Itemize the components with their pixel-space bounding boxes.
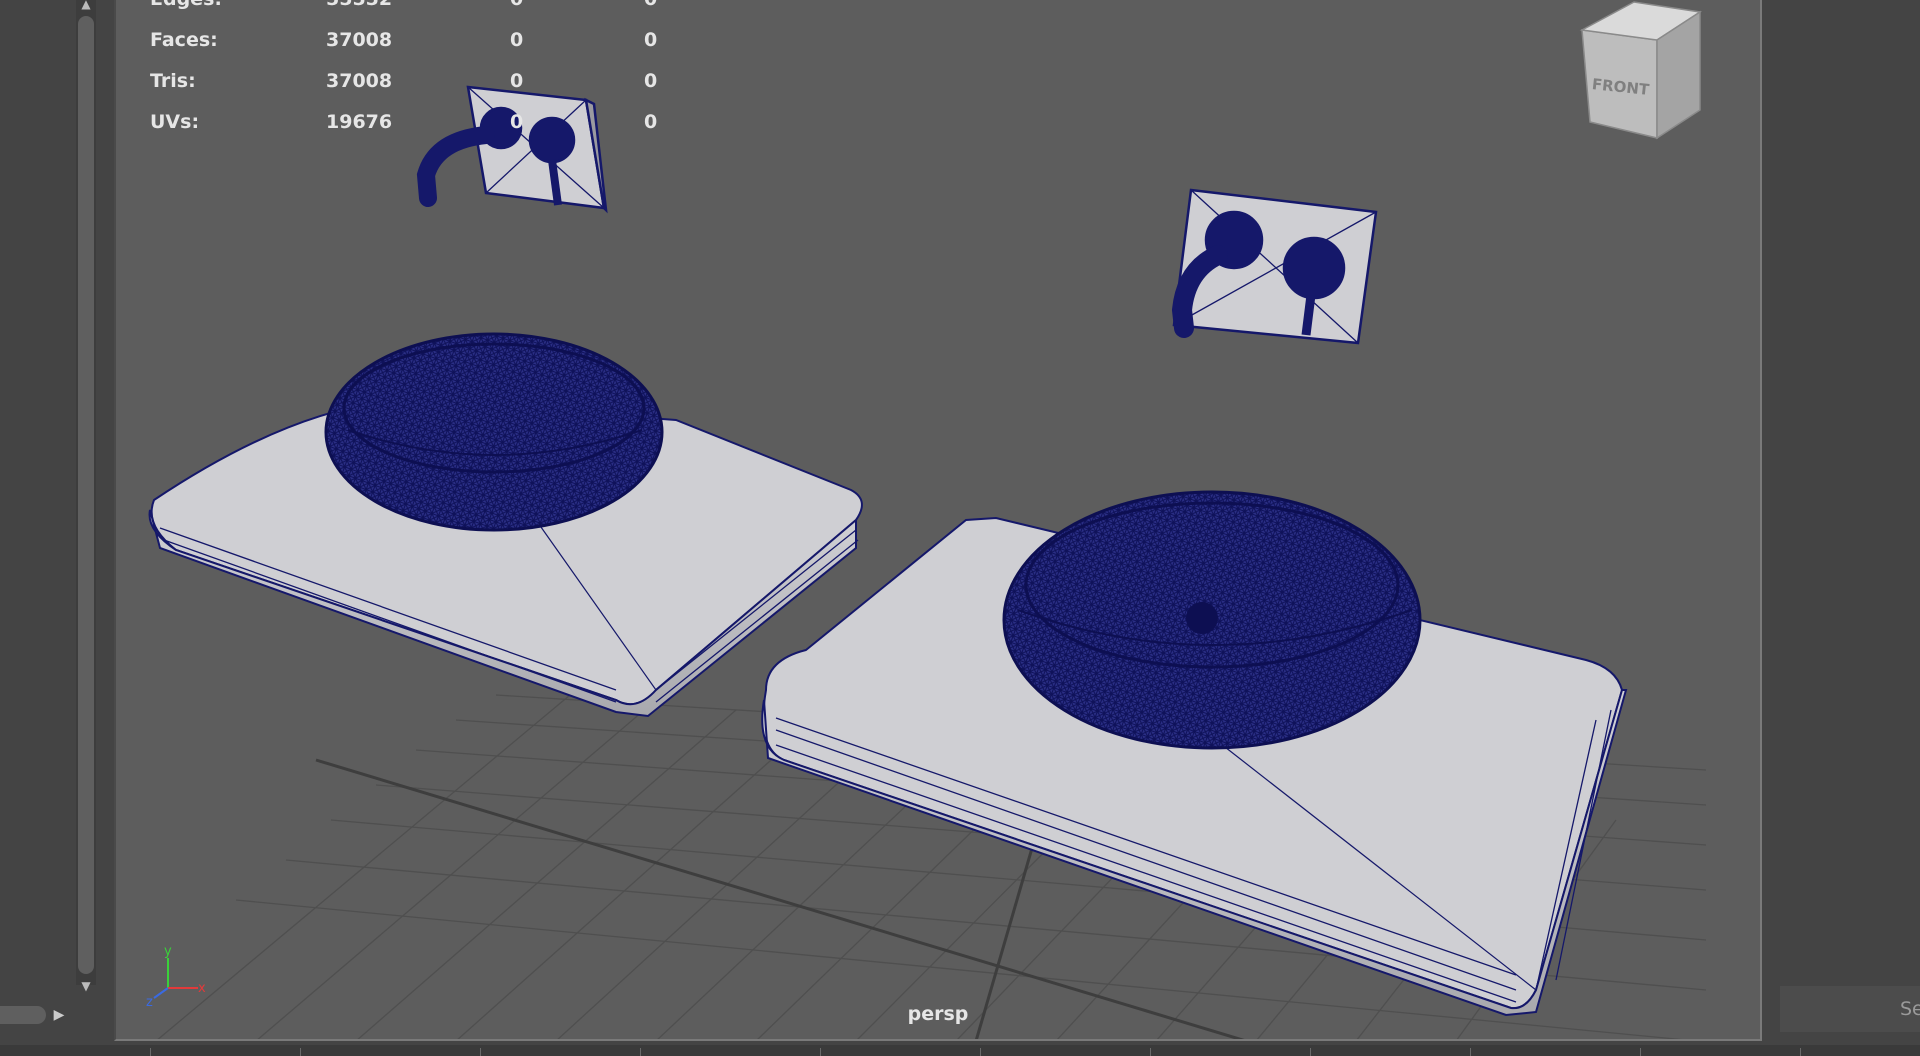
timeline-tick — [980, 1048, 981, 1056]
scroll-up-arrow-icon[interactable]: ▲ — [78, 0, 94, 10]
axis-x-label: x — [198, 981, 206, 996]
scroll-right-arrow-icon[interactable]: ▶ — [52, 1006, 66, 1024]
axis-y-label: y — [164, 944, 172, 959]
camera-name-label: persp — [907, 1003, 969, 1025]
scene-canvas[interactable] — [116, 0, 1762, 1041]
left-panel — [0, 0, 114, 1045]
scroll-down-arrow-icon[interactable]: ▼ — [78, 980, 94, 992]
timeline-tick — [820, 1048, 821, 1056]
view-cube[interactable]: FRONT — [1572, 0, 1712, 140]
left-basin[interactable] — [324, 332, 664, 532]
right-panel-field[interactable]: Se — [1780, 986, 1920, 1032]
timeline-tick — [1800, 1048, 1801, 1056]
vertical-scrollbar-thumb[interactable] — [78, 16, 94, 974]
right-panel-field-text: Se — [1900, 998, 1920, 1020]
axis-gizmo: y x z — [146, 944, 206, 1010]
timeline-tick — [1470, 1048, 1471, 1056]
perspective-viewport[interactable]: Edges: 55552 0 0 Faces: 37008 0 0 Tris: … — [114, 0, 1762, 1041]
timeline-tick — [300, 1048, 301, 1056]
right-basin[interactable] — [1002, 490, 1422, 750]
right-panel — [1762, 0, 1920, 1045]
right-faucet[interactable] — [1171, 188, 1378, 345]
horizontal-scrollbar-thumb[interactable] — [0, 1006, 46, 1024]
left-faucet[interactable] — [416, 85, 608, 214]
timeline-tick — [1310, 1048, 1311, 1056]
timeline-tick — [480, 1048, 481, 1056]
timeline-tick — [150, 1048, 151, 1056]
timeline-tick — [1150, 1048, 1151, 1056]
bottom-timeline-strip — [0, 1045, 1920, 1056]
timeline-tick — [640, 1048, 641, 1056]
timeline-tick — [1640, 1048, 1641, 1056]
